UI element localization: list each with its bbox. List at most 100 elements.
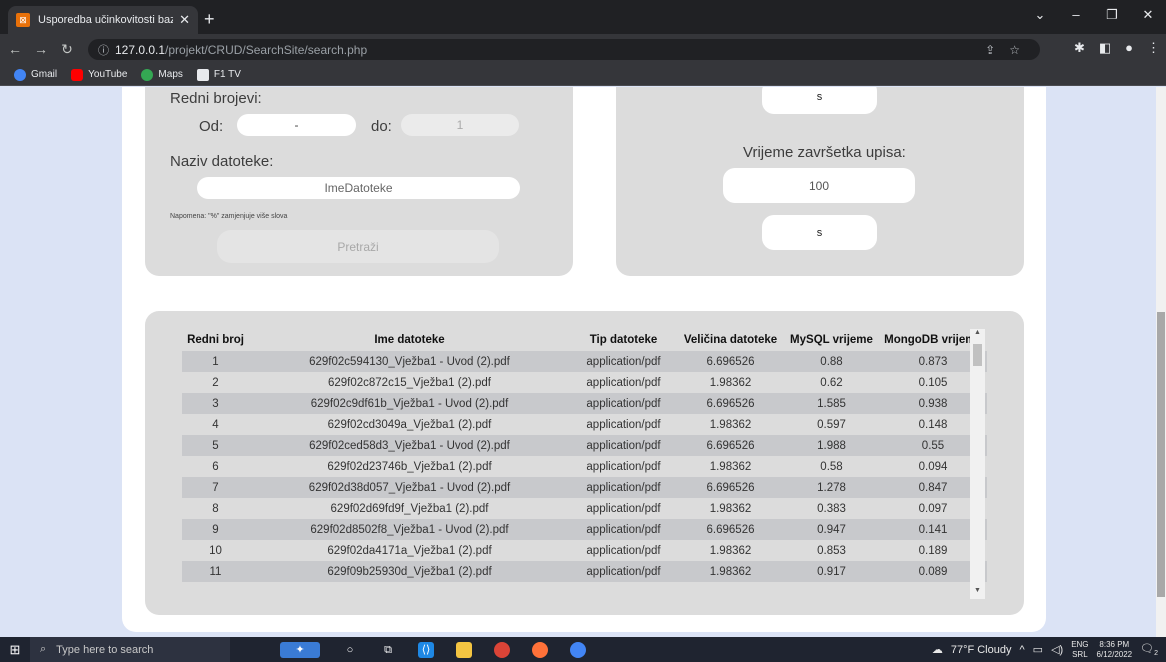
table-row: 8 629f02d69fd9f_Vježba1 (2).pdf applicatio… xyxy=(182,498,987,519)
bookmark-maps[interactable]: Maps xyxy=(141,68,183,81)
browser-toolbar: ← → ↻ ⓘ 127.0.0.1 /projekt/CRUD/SearchSi… xyxy=(0,34,1166,64)
cell-filesize: 1.98362 xyxy=(677,414,784,435)
table-row: 3 629f02c9df61b_Vježba1 - Uvod (2).pdf app… xyxy=(182,393,987,414)
network-icon[interactable]: ▭ xyxy=(1033,643,1043,656)
end-time-label: Vrijeme završetka upisa: xyxy=(743,144,906,161)
table-row: 6 629f02d23746b_Vježba1 (2).pdf applicatio… xyxy=(182,456,987,477)
scroll-up-arrow-icon[interactable]: ▲ xyxy=(970,329,985,341)
tab-search-icon[interactable]: ⌄ xyxy=(1022,0,1058,34)
table-row: 11 629f09b25930d_Vježba1 (2).pdf applicati… xyxy=(182,561,987,582)
back-button[interactable]: ← xyxy=(4,41,26,57)
results-table: Redni broj Ime datoteke Tip datoteke Vel… xyxy=(182,329,987,582)
filename-label: Naziv datoteke: xyxy=(170,153,274,170)
end-time-input[interactable]: 100 xyxy=(723,168,915,203)
cell-mysql-time: 0.88 xyxy=(784,351,879,372)
cortana-icon[interactable]: ○ xyxy=(342,642,358,658)
windows-start-icon[interactable]: ⊞ xyxy=(0,637,30,662)
to-input[interactable]: 1 xyxy=(401,114,519,136)
restore-button[interactable]: ❐ xyxy=(1094,0,1130,34)
weather-text[interactable]: 77°F Cloudy xyxy=(951,644,1012,656)
page-viewport: Redni brojevi: Od: - do: 1 Naziv datotek… xyxy=(0,87,1166,637)
bookmark-youtube[interactable]: YouTube xyxy=(71,68,127,81)
browser-tab[interactable]: ⊠ Usporedba učinkovitosti baza ✕ xyxy=(8,6,198,34)
side-panel-icon[interactable]: ◧ xyxy=(1099,40,1111,56)
cell-row-number: 9 xyxy=(182,519,249,540)
reload-button[interactable]: ↻ xyxy=(56,41,78,58)
cell-filesize: 1.98362 xyxy=(677,456,784,477)
filename-input[interactable]: ImeDatoteke xyxy=(197,177,520,199)
language-indicator[interactable]: ENG SRL xyxy=(1071,640,1088,660)
search-icon: ⌕ xyxy=(40,643,47,655)
weather-icon[interactable]: ☁ xyxy=(932,643,943,656)
close-tab-icon[interactable]: ✕ xyxy=(179,12,190,28)
scroll-down-arrow-icon[interactable]: ▼ xyxy=(970,587,985,599)
tray-chevron-icon[interactable]: ^ xyxy=(1019,644,1024,656)
browser-tab-bar: ⊠ Usporedba učinkovitosti baza ✕ + ⌄ – ❐… xyxy=(0,0,1166,34)
header-filetype: Tip datoteke xyxy=(589,334,658,346)
cell-filesize: 1.98362 xyxy=(677,498,784,519)
address-bar[interactable]: ⓘ 127.0.0.1 /projekt/CRUD/SearchSite/sea… xyxy=(88,39,1040,60)
profile-icon[interactable]: ● xyxy=(1125,40,1133,56)
header-mysql-time: MySQL vrijeme xyxy=(790,334,873,346)
unit-s-top[interactable]: s xyxy=(762,87,877,114)
site-info-icon[interactable]: ⓘ xyxy=(98,42,109,58)
cell-row-number: 5 xyxy=(182,435,249,456)
results-table-scroll[interactable]: Redni broj Ime datoteke Tip datoteke Vel… xyxy=(182,329,987,591)
search-button[interactable]: Pretraži xyxy=(217,230,499,263)
table-row: 5 629f02ced58d3_Vježba1 - Uvod (2).pdf app… xyxy=(182,435,987,456)
page-scrollbar[interactable] xyxy=(1156,87,1166,637)
new-tab-button[interactable]: + xyxy=(204,9,215,30)
chrome-alt-icon[interactable] xyxy=(570,641,586,658)
minimize-button[interactable]: – xyxy=(1058,0,1094,34)
menu-icon[interactable]: ⋮ xyxy=(1147,40,1160,56)
firefox-icon[interactable] xyxy=(532,641,548,658)
bookmark-gmail[interactable]: Gmail xyxy=(14,68,57,81)
page-scroll-thumb[interactable] xyxy=(1157,312,1165,597)
table-row: 2 629f02c872c15_Vježba1 (2).pdf applicatio… xyxy=(182,372,987,393)
bookmark-star-icon[interactable]: ☆ xyxy=(1009,43,1020,57)
table-row: 7 629f02d38d057_Vježba1 - Uvod (2).pdf app… xyxy=(182,477,987,498)
chrome-icon[interactable] xyxy=(494,641,510,658)
close-window-button[interactable]: ✕ xyxy=(1130,0,1166,34)
taskbar-search[interactable]: ⌕ Type here to search xyxy=(30,637,230,662)
results-panel: Redni broj Ime datoteke Tip datoteke Vel… xyxy=(145,311,1024,615)
table-scroll-thumb[interactable] xyxy=(973,344,982,366)
widgets-icon[interactable]: ✦ xyxy=(280,641,320,658)
f1tv-icon xyxy=(196,68,209,81)
google-icon xyxy=(14,68,26,81)
to-label: do: xyxy=(371,118,392,135)
time-form-panel: s Vrijeme završetka upisa: 100 s xyxy=(616,87,1024,276)
extensions-icon[interactable]: ✱ xyxy=(1074,40,1085,56)
volume-icon[interactable]: ◁) xyxy=(1051,643,1063,656)
from-input[interactable]: - xyxy=(237,114,356,136)
cell-filename: 629f02c9df61b_Vježba1 - Uvod (2).pdf xyxy=(249,393,570,414)
cell-mysql-time: 0.947 xyxy=(784,519,879,540)
unit-s-bottom[interactable]: s xyxy=(762,215,877,250)
system-tray: ☁ 77°F Cloudy ^ ▭ ◁) ENG SRL 8:36 PM 6/12/… xyxy=(932,637,1158,662)
windows-taskbar: ⊞ ⌕ Type here to search ✦ ○ ⧉ ⟨⟩ ☁ 77°F … xyxy=(0,637,1166,662)
cell-filename: 629f02ced58d3_Vježba1 - Uvod (2).pdf xyxy=(249,435,570,456)
cell-filename: 629f09b25930d_Vježba1 (2).pdf xyxy=(249,561,570,582)
bookmark-f1tv[interactable]: F1 TV xyxy=(196,68,241,81)
cell-filetype: application/pdf xyxy=(570,393,677,414)
table-row: 9 629f02d8502f8_Vježba1 - Uvod (2).pdf app… xyxy=(182,519,987,540)
cell-row-number: 8 xyxy=(182,498,249,519)
cell-mysql-time: 1.278 xyxy=(784,477,879,498)
cell-filename: 629f02d38d057_Vježba1 - Uvod (2).pdf xyxy=(249,477,570,498)
window-controls: ⌄ – ❐ ✕ xyxy=(1022,0,1166,34)
table-scrollbar[interactable]: ▲ ▼ xyxy=(970,329,985,599)
cell-mysql-time: 1.585 xyxy=(784,393,879,414)
share-icon[interactable]: ⇪ xyxy=(985,43,995,57)
notification-icon[interactable]: 🗨2 xyxy=(1140,642,1158,657)
file-explorer-icon[interactable] xyxy=(456,641,472,658)
vscode-icon[interactable]: ⟨⟩ xyxy=(418,641,434,658)
forward-button[interactable]: → xyxy=(30,41,52,57)
cell-mysql-time: 0.917 xyxy=(784,561,879,582)
youtube-icon xyxy=(71,68,84,81)
cell-filename: 629f02da4171a_Vježba1 (2).pdf xyxy=(249,540,570,561)
task-view-icon[interactable]: ⧉ xyxy=(380,642,396,658)
cell-row-number: 7 xyxy=(182,477,249,498)
cell-filetype: application/pdf xyxy=(570,456,677,477)
clock[interactable]: 8:36 PM 6/12/2022 xyxy=(1097,640,1133,660)
cell-filetype: application/pdf xyxy=(570,414,677,435)
